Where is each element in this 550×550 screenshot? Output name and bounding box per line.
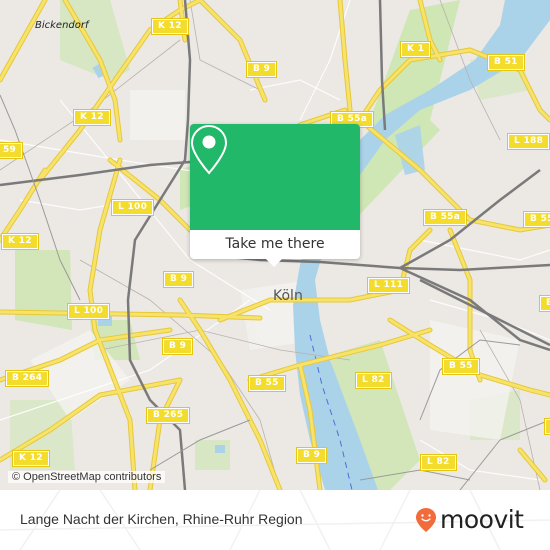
map-pin-icon: [190, 124, 228, 175]
road-label-l100: L 100: [110, 199, 155, 216]
moovit-wordmark: moovit: [440, 505, 524, 534]
map-canvas[interactable]: Bickendorf Köln K 12 K 12 K 12 K 12 59 B…: [0, 0, 550, 490]
road-label-b9: B 9: [161, 338, 194, 355]
place-label-bickendorf: Bickendorf: [35, 20, 89, 31]
road-label-b55: B 55: [442, 358, 480, 375]
road-label-b9: B 9: [162, 271, 195, 288]
place-label-koln: Köln: [273, 288, 303, 304]
road-label-l100: L 100: [66, 303, 111, 320]
road-label-l188: L 188: [506, 133, 550, 150]
road-label-l82: L 82: [355, 372, 392, 389]
road-label-b9: B 9: [295, 447, 328, 464]
destination-popup: Take me there: [190, 124, 360, 267]
road-label-l111: L 111: [366, 277, 411, 294]
moovit-pin-icon: [416, 508, 436, 532]
popup-header: [190, 124, 360, 230]
road-label-l: L: [543, 418, 550, 435]
event-title: Lange Nacht der Kirchen, Rhine-Ruhr Regi…: [20, 511, 303, 527]
road-label-k12: K 12: [12, 450, 50, 467]
map-attribution[interactable]: © OpenStreetMap contributors: [8, 471, 166, 483]
road-label-b51: B 51: [487, 54, 525, 71]
road-label-b55a: B 55a: [422, 209, 468, 226]
road-label-59: 59: [0, 142, 24, 159]
road-label-k1: K 1: [399, 41, 432, 58]
road-label-l82: L 82: [420, 454, 457, 471]
road-label-b55: B 55: [248, 375, 286, 392]
road-label-b265: B 265: [145, 407, 191, 424]
road-label-k12: K 12: [151, 18, 189, 35]
moovit-logo[interactable]: moovit: [415, 507, 524, 533]
road-label-k12: K 12: [1, 233, 39, 250]
popup-pointer: [266, 259, 282, 267]
take-me-there-button[interactable]: Take me there: [190, 230, 360, 259]
road-label-b9: B 9: [245, 61, 278, 78]
road-label-k12: K 12: [73, 109, 111, 126]
road-label-b55: B 55: [523, 211, 550, 228]
road-label-b264: B 264: [4, 370, 50, 387]
page-root: Bickendorf Köln K 12 K 12 K 12 K 12 59 B…: [0, 0, 550, 550]
footer-bar: Lange Nacht der Kirchen, Rhine-Ruhr Regi…: [0, 490, 550, 550]
road-label-b: B: [538, 295, 550, 312]
